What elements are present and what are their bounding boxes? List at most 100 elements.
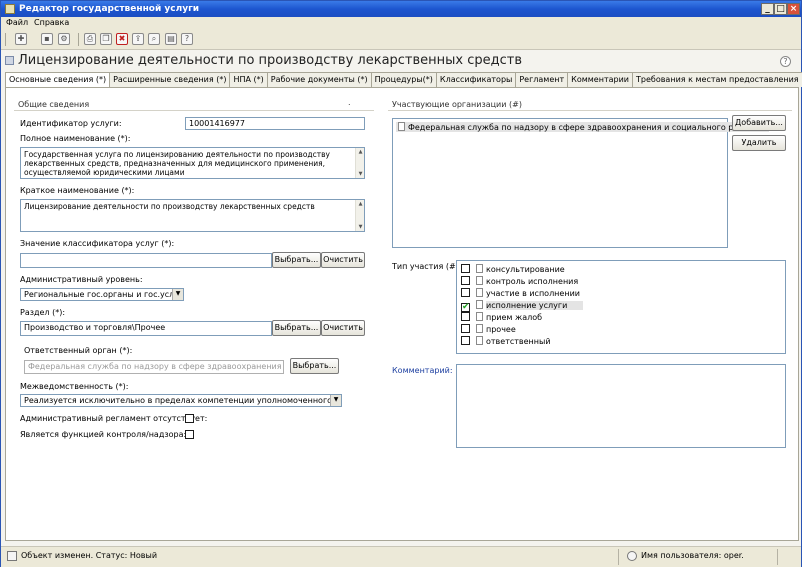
service-id-label: Идентификатор услуги: [20,119,122,128]
document-icon [476,264,483,273]
document-header: Лицензирование деятельности по производс… [1,51,801,71]
tab-main-info[interactable]: Основные сведения (*) [5,72,111,88]
participation-item-other[interactable]: прочее [461,324,516,336]
checkbox-checked[interactable]: ✔ [461,303,470,312]
section-clear-button[interactable]: Очистить [321,320,365,336]
comment-label: Комментарий: [392,366,453,375]
window-title: Редактор государственной услуги [19,4,200,14]
save-icon[interactable]: ▪ [41,33,53,45]
orgs-section-title: Участвующие организации (#) [392,100,522,109]
section-label: Раздел (*): [20,308,66,317]
general-section-title: Общие сведения [18,100,90,109]
divider [14,110,374,111]
user-name: Имя пользователя: oper. [641,551,744,560]
delete-icon[interactable]: ✖ [116,33,128,45]
participation-item-complaints[interactable]: прием жалоб [461,312,542,324]
shortname-text: Лицензирование деятельности по производс… [24,202,315,211]
no-regulation-checkbox[interactable] [185,414,194,423]
menu-help[interactable]: Справка [34,18,69,27]
status-separator [618,549,619,565]
document-icon [398,122,405,131]
tab-classifiers[interactable]: Классификаторы [435,72,517,87]
participation-item-participation[interactable]: участие в исполнении [461,288,580,300]
status-separator [777,549,778,565]
responsible-body-label: Ответственный орган (*): [24,346,133,355]
interdepartmental-value: Реализуется исключительно в пределах ком… [24,396,341,405]
tab-comments[interactable]: Комментарии [567,72,633,87]
toolbar: ✚ ▪ ⚙ ⎙ ❐ ✖ ⇪ ⌕ ▤ ? [1,30,801,50]
classifier-label: Значение классификатора услуг (*): [20,239,175,248]
tab-regulation[interactable]: Регламент [515,72,569,87]
print-icon[interactable]: ⎙ [84,33,96,45]
menu-file[interactable]: Файл [6,18,28,27]
delete-org-button[interactable]: Удалить [732,135,786,151]
tab-work-documents[interactable]: Рабочие документы (*) [266,72,372,87]
classifier-choose-button[interactable]: Выбрать... [272,252,321,268]
classifier-clear-button[interactable]: Очистить [321,252,365,268]
control-function-label: Является функцией контроля/надзора: [20,430,187,439]
section-choose-button[interactable]: Выбрать... [272,320,321,336]
document-icon [476,276,483,285]
checkbox[interactable] [461,312,470,321]
interdepartmental-select[interactable]: Реализуется исключительно в пределах ком… [20,394,342,407]
responsible-choose-button[interactable]: Выбрать... [290,358,339,374]
status-text: Объект изменен. Статус: Новый [21,551,158,560]
pdf-icon[interactable]: ▤ [165,33,177,45]
title-bar: Редактор государственной услуги _ □ × [1,1,801,17]
participation-item-responsible[interactable]: ответственный [461,336,551,348]
settings-icon[interactable]: ⚙ [58,33,70,45]
shortname-scrollbar[interactable]: ▲ ▼ [355,200,364,231]
list-item[interactable]: Федеральная служба по надзору в сфере зд… [396,122,770,132]
service-icon [5,56,14,65]
responsible-body-field: Федеральная служба по надзору в сфере зд… [24,360,284,374]
edit-status-icon [7,551,17,561]
help-menu-icon[interactable]: ? [181,33,193,45]
toolbar-separator [78,33,79,46]
close-button[interactable]: × [787,3,800,15]
tab-npa[interactable]: НПА (*) [229,72,268,87]
help-icon[interactable]: ? [780,56,791,67]
shortname-field[interactable]: Лицензирование деятельности по производс… [20,199,365,232]
find-icon[interactable]: ⌕ [148,33,160,45]
participation-item-control[interactable]: контроль исполнения [461,276,578,288]
fullname-field[interactable]: Государственная услуга по лицензированию… [20,147,365,179]
classifier-field[interactable] [20,253,272,268]
tab-procedures[interactable]: Процедуры(*) [370,72,437,87]
editor-window: Редактор государственной услуги _ □ × Фа… [0,0,802,567]
checkbox[interactable] [461,264,470,273]
user-icon [627,551,637,561]
participation-item-consulting[interactable]: консультирование [461,264,565,276]
document-icon [476,336,483,345]
comment-field[interactable] [456,364,786,448]
add-org-button[interactable]: Добавить... [732,115,786,131]
maximize-button[interactable]: □ [774,3,787,15]
menu-bar: Файл Справка [1,17,801,30]
participation-label: Тип участия (#): [392,262,462,271]
participation-item-execution[interactable]: ✔ исполнение услуги [461,300,584,312]
checkbox[interactable] [461,276,470,285]
admin-level-label: Административный уровень: [20,275,143,284]
tab-extended-info[interactable]: Расширенные сведения (*) [109,72,231,87]
fullname-scrollbar[interactable]: ▲ ▼ [355,148,364,178]
checkbox[interactable] [461,288,470,297]
admin-level-select[interactable]: Региональные гос.органы и гос.услуги ▼ [20,288,184,301]
shortname-label: Краткое наименование (*): [20,186,135,195]
control-function-checkbox[interactable] [185,430,194,439]
participation-list: консультирование контроль исполнения уча… [456,260,786,354]
chevron-down-icon: ▼ [330,395,341,406]
section-field[interactable]: Производство и торговля\Прочее [20,321,272,336]
admin-level-value: Региональные гос.органы и гос.услуги [24,290,184,299]
copy-icon[interactable]: ❐ [100,33,112,45]
orgs-list[interactable]: Федеральная служба по надзору в сфере зд… [392,118,770,248]
new-icon[interactable]: ✚ [15,33,27,45]
main-info-panel: Общие сведения . Идентификатор услуги: 1… [5,87,799,541]
tab-place-requirements[interactable]: Требования к местам предоставления [632,72,802,87]
status-bar: Объект изменен. Статус: Новый Имя пользо… [1,546,801,567]
org-name: Федеральная служба по надзору в сфере зд… [408,123,768,132]
minimize-button[interactable]: _ [761,3,774,15]
service-id-field[interactable]: 10001416977 [185,117,365,130]
checkbox[interactable] [461,324,470,333]
export-icon[interactable]: ⇪ [132,33,144,45]
chevron-down-icon: ▼ [172,289,183,300]
checkbox[interactable] [461,336,470,345]
